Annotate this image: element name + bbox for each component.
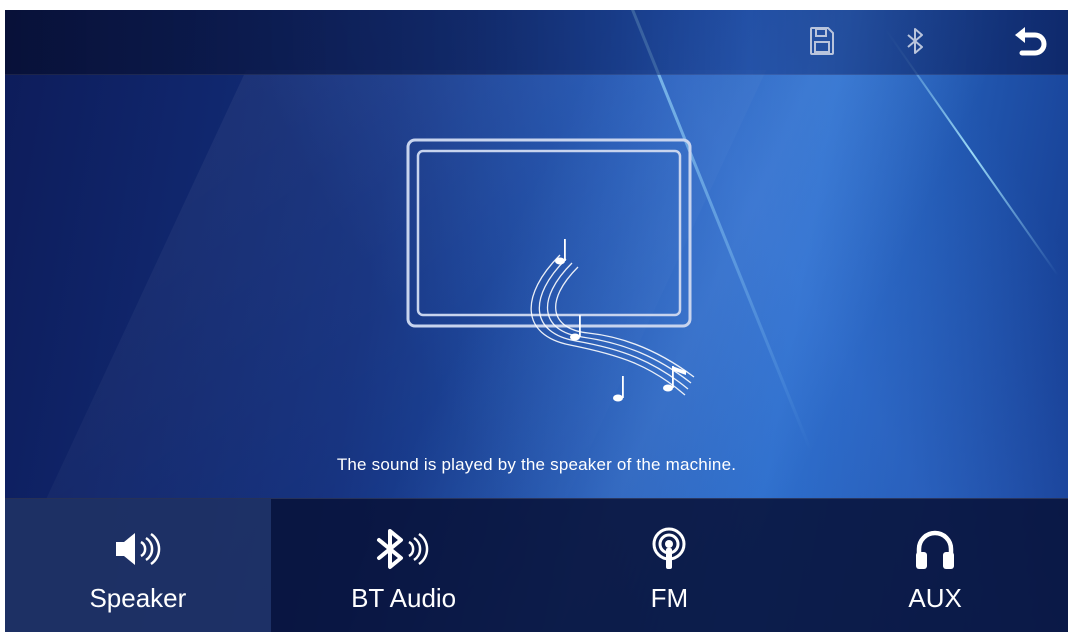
radio-broadcast-icon	[649, 527, 689, 571]
speaker-icon	[113, 527, 163, 571]
bluetooth-icon[interactable]	[899, 24, 933, 58]
speaker-illustration	[400, 135, 710, 435]
headphones-icon	[913, 527, 957, 571]
tab-fm[interactable]: FM	[537, 499, 803, 632]
save-icon[interactable]	[805, 24, 839, 58]
tab-label: AUX	[908, 583, 962, 613]
tab-label: BT Audio	[351, 583, 457, 613]
back-icon[interactable]	[1011, 22, 1051, 62]
audio-source-tabbar: Speaker BT Audio FM AUX	[5, 498, 1068, 632]
tab-speaker[interactable]: Speaker	[5, 499, 271, 632]
status-message: The sound is played by the speaker of th…	[336, 455, 737, 474]
tab-aux[interactable]: AUX	[802, 499, 1068, 632]
audio-output-screen: The sound is played by the speaker of th…	[5, 10, 1068, 632]
top-bar	[5, 10, 1068, 75]
bluetooth-audio-icon	[374, 527, 434, 571]
tab-label: Speaker	[89, 583, 187, 613]
tab-label: FM	[650, 583, 689, 613]
tab-bt-audio[interactable]: BT Audio	[271, 499, 537, 632]
